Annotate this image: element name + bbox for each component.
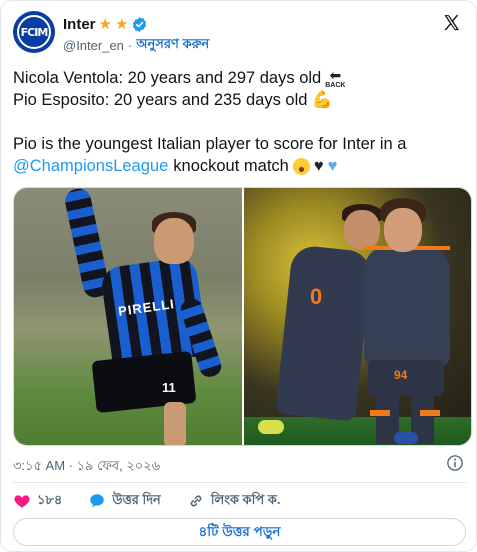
like-count: ১৮৪ — [37, 491, 63, 507]
speech-bubble-icon — [90, 494, 105, 508]
tweet-line-4-text: knockout match — [173, 157, 289, 175]
x-logo-icon[interactable] — [442, 13, 462, 33]
player-leg — [164, 402, 186, 445]
timestamp[interactable]: ৩:১৫ AM · ১৯ ফেব, ২০২৬ — [13, 457, 160, 478]
avatar-monogram: FCIM — [20, 25, 49, 39]
jersey-number: 0 — [310, 284, 323, 309]
verified-badge-icon — [131, 16, 148, 33]
tweet-text: Nicola Ventola: 20 years and 297 days ol… — [13, 67, 468, 177]
tweet-line-2: Pio Esposito: 20 years and 235 days old … — [13, 89, 468, 111]
avatar[interactable]: FCIM — [13, 11, 55, 53]
back-arrow-glyph: ⬅ — [329, 66, 342, 83]
shorts-number: 11 — [162, 380, 176, 395]
champions-league-mention-link[interactable]: @ChampionsLeague — [13, 155, 168, 177]
reply-label: উত্তর দিন — [112, 491, 161, 507]
blue-heart-icon: ♥ — [327, 157, 338, 175]
inter-crest-icon: FCIM — [17, 15, 51, 49]
sock-trim — [420, 410, 440, 416]
tweet-line-3-text: Pio is the youngest Italian player to sc… — [13, 135, 407, 153]
action-bar: ১৮৪ উত্তর দিন লিংক কপি ক. — [13, 490, 306, 512]
star-icon: ★ — [114, 15, 129, 33]
link-icon — [190, 495, 202, 507]
player-head — [154, 218, 194, 264]
player-body — [275, 244, 373, 422]
player-body — [364, 246, 450, 366]
read-replies-button[interactable]: ৪টি উত্তর পড়ুন — [13, 518, 466, 546]
display-name[interactable]: Inter — [63, 16, 96, 33]
back-arrow-icon: ⬅ BACK — [325, 68, 345, 89]
tweet-line-4: @ChampionsLeague knockout match ♥ ♥ — [13, 155, 468, 177]
copy-link-label: লিংক কপি ক. — [210, 491, 281, 507]
player-head — [344, 210, 380, 250]
player-boot — [394, 432, 418, 444]
reply-button[interactable]: উত্তর দিন — [88, 491, 161, 512]
back-word: BACK — [325, 81, 346, 89]
black-heart-icon: ♥ — [313, 157, 324, 175]
tweet-line-1-text: Nicola Ventola: 20 years and 297 days ol… — [13, 69, 322, 87]
name-row: Inter ★ ★ — [63, 14, 148, 34]
shorts-number: 94 — [394, 368, 408, 382]
divider — [13, 482, 466, 483]
tweet-card: FCIM Inter ★ ★ @Inter_en · অনুসরণ করুন N… — [0, 0, 477, 552]
tweet-line-3: Pio is the youngest Italian player to sc… — [13, 133, 468, 155]
copy-link-button[interactable]: লিংক কপি ক. — [187, 491, 281, 512]
separator: · — [127, 38, 133, 53]
flexed-biceps-icon: 💪 — [311, 90, 333, 109]
star-icon: ★ — [98, 15, 112, 33]
like-button[interactable]: ১৮৪ — [13, 491, 62, 512]
shocked-face-icon — [292, 157, 310, 175]
player-head — [384, 208, 422, 252]
tweet-line-1: Nicola Ventola: 20 years and 297 days ol… — [13, 67, 468, 89]
handle-row: @Inter_en · অনুসরণ করুন — [63, 35, 209, 56]
tweet-line-2-text: Pio Esposito: 20 years and 235 days old — [13, 91, 308, 109]
info-icon[interactable] — [446, 454, 464, 472]
media-grid: PIRELLI 11 0 94 — [13, 187, 472, 446]
photo-ventola[interactable]: PIRELLI 11 — [14, 188, 242, 445]
handle[interactable]: @Inter_en — [63, 38, 124, 53]
heart-icon — [14, 495, 30, 508]
player-boot — [258, 420, 284, 434]
follow-button[interactable]: অনুসরণ করুন — [136, 35, 209, 56]
photo-esposito[interactable]: 0 94 — [244, 188, 471, 445]
sock-trim — [370, 410, 390, 416]
